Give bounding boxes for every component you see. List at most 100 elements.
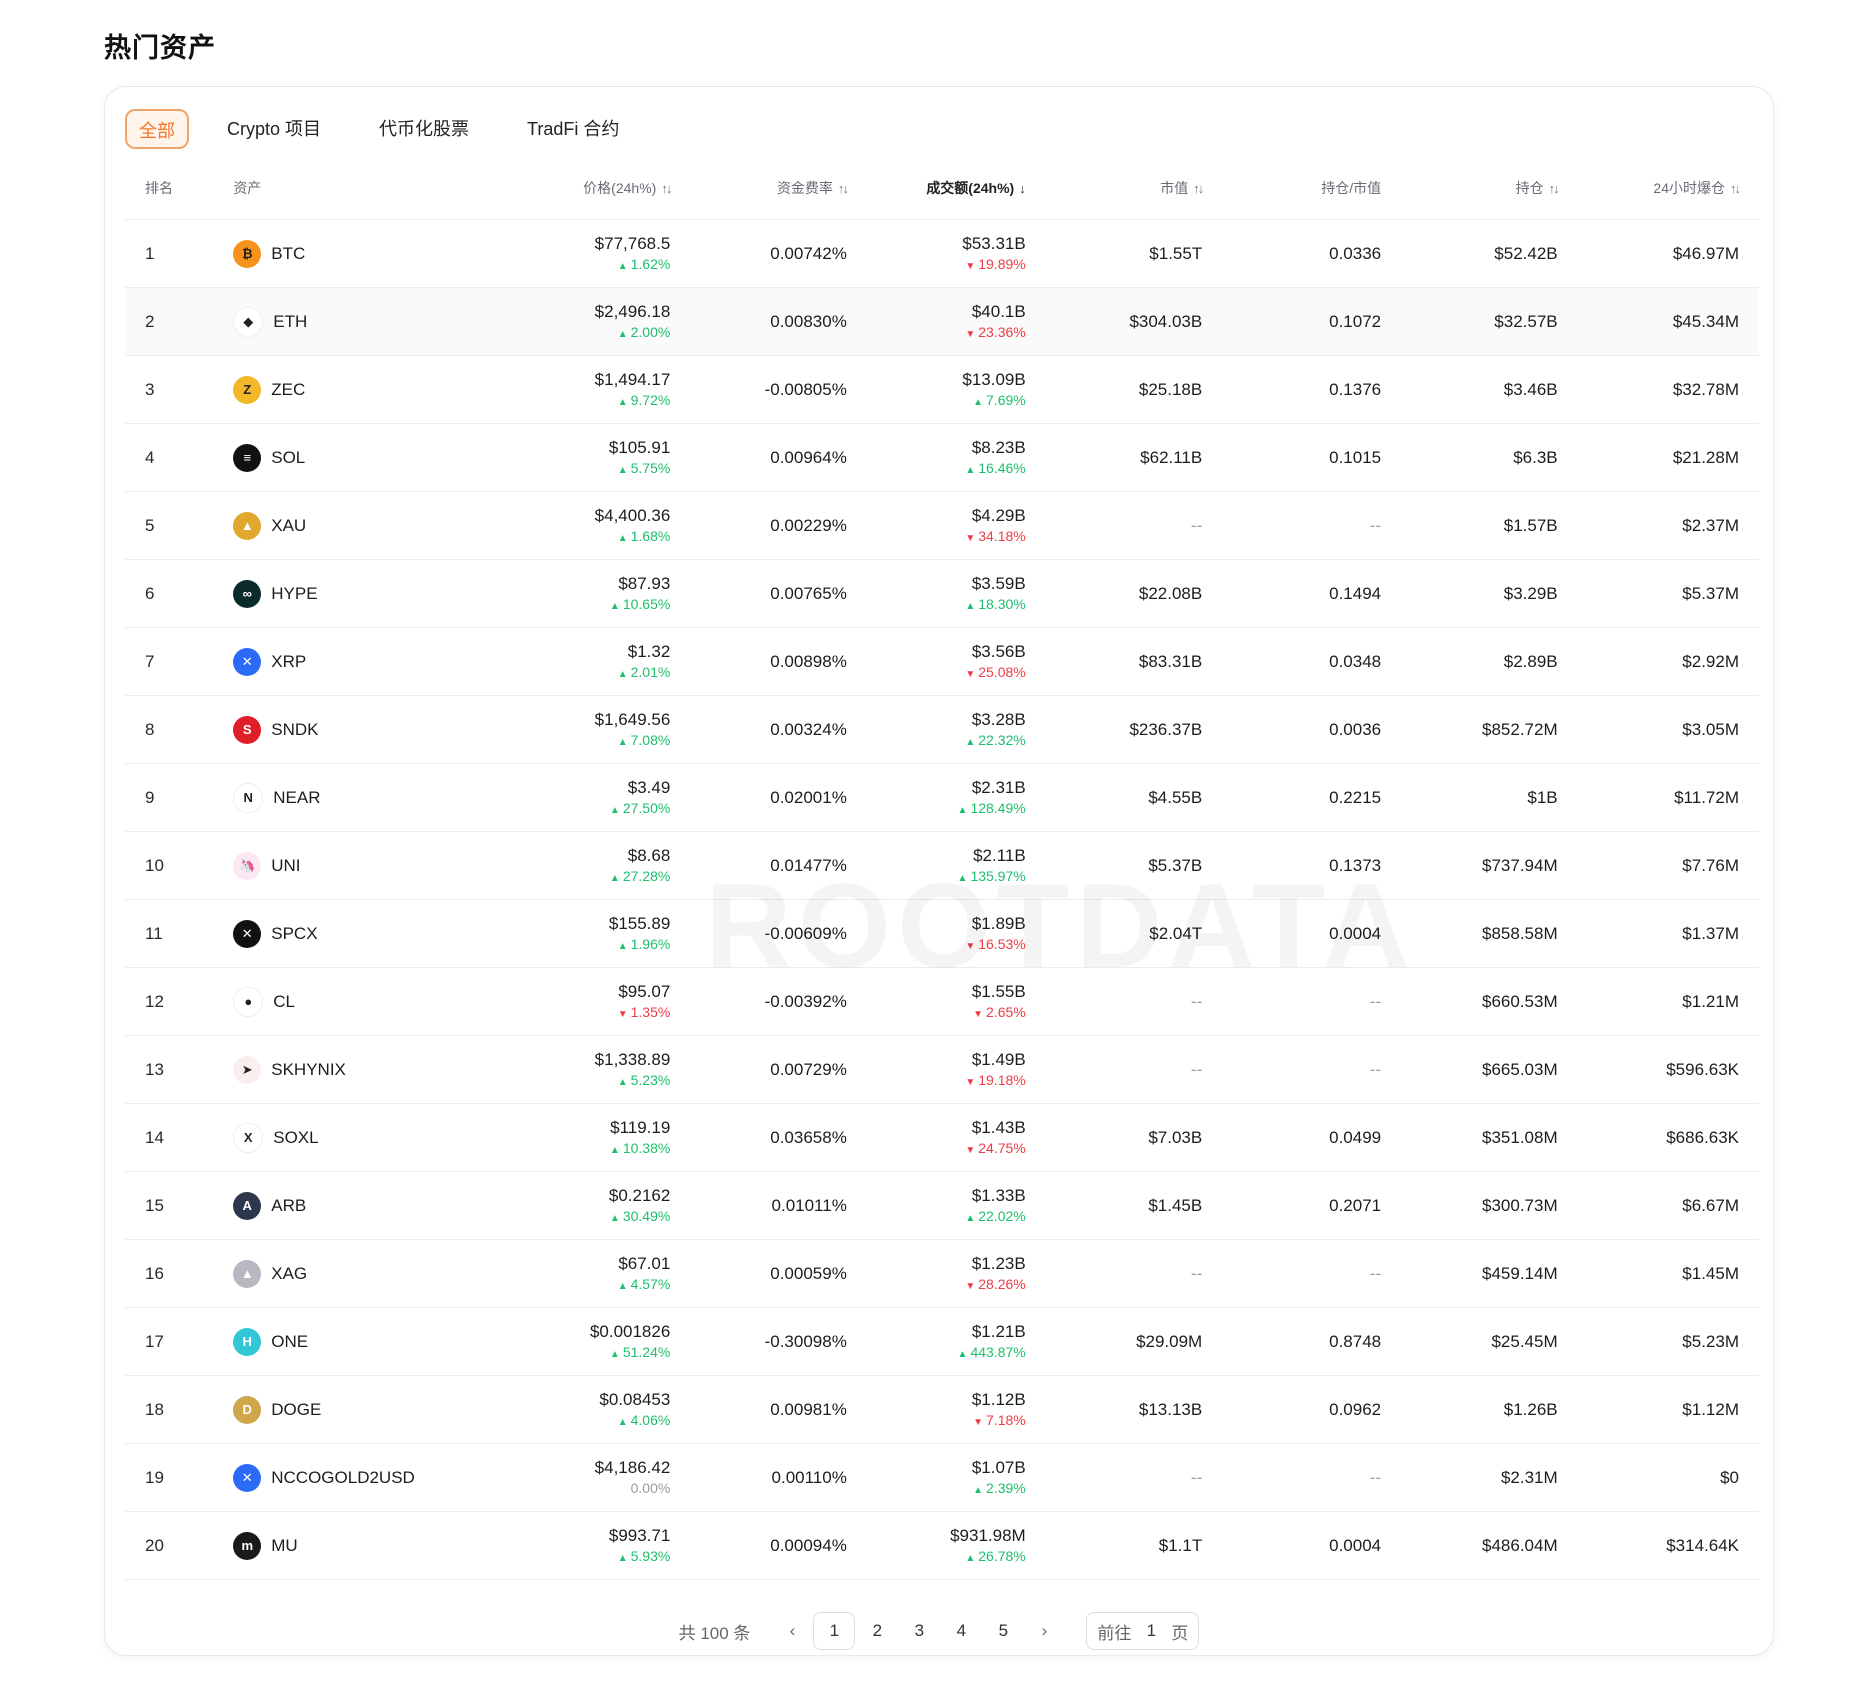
next-page-icon[interactable]: › bbox=[1024, 1621, 1064, 1641]
tab-all[interactable]: 全部 bbox=[125, 109, 189, 149]
table-row[interactable]: 8 S SNDK $1,649.56 ▲ 7.08% 0.00324% $3.28B ▲ 22.3… bbox=[125, 695, 1759, 764]
asset-cell[interactable]: ▲ XAU bbox=[213, 491, 495, 560]
table-row[interactable]: 16 ▲ XAG $67.01 ▲ 4.57% 0.00059% $1.23B ▼ 28.26% -… bbox=[125, 1239, 1759, 1308]
asset-cell[interactable]: H ONE bbox=[213, 1307, 495, 1376]
asset-cell[interactable]: ∞ HYPE bbox=[213, 559, 495, 628]
table-row[interactable]: 12 ● CL $95.07 ▼ 1.35% -0.00392% $1.55B ▼ 2.65% --… bbox=[125, 967, 1759, 1036]
col-price[interactable]: 价格(24h%) ↑↓ bbox=[494, 157, 691, 220]
change-percent: ▲ 10.65% bbox=[609, 596, 671, 613]
page-4[interactable]: 4 bbox=[941, 1613, 981, 1649]
tab-crypto-projects[interactable]: Crypto 项目 bbox=[207, 109, 341, 149]
table-row[interactable]: 13 ➤ SKHYNIX $1,338.89 ▲ 5.23% 0.00729% $1.49B ▼… bbox=[125, 1035, 1759, 1104]
table-row[interactable]: 11 ✕ SPCX $155.89 ▲ 1.96% -0.00609% $1.89B ▼ 16.5… bbox=[125, 899, 1759, 968]
asset-cell[interactable]: ● CL bbox=[213, 967, 495, 1036]
rank-cell: 12 bbox=[125, 967, 214, 1036]
table-row[interactable]: 3 Z ZEC $1,494.17 ▲ 9.72% -0.00805% $13.09B ▲ 7.6… bbox=[125, 355, 1759, 424]
col-market-cap[interactable]: 市值 ↑↓ bbox=[1045, 157, 1223, 220]
table-row[interactable]: 4 ≡ SOL $105.91 ▲ 5.75% 0.00964% $8.23B ▲ 16.46% $… bbox=[125, 423, 1759, 492]
col-funding-rate[interactable]: 资金费率 ↑↓ bbox=[690, 157, 867, 220]
table-row[interactable]: 15 A ARB $0.2162 ▲ 30.49% 0.01011% $1.33B ▲ 22.02… bbox=[125, 1171, 1759, 1240]
page-2[interactable]: 2 bbox=[857, 1613, 897, 1649]
open-interest-cell: $3.46B bbox=[1401, 355, 1578, 424]
change-percent: ▲ 2.39% bbox=[973, 1480, 1026, 1497]
asset-cell[interactable]: Z ZEC bbox=[213, 355, 495, 424]
rank-cell: 9 bbox=[125, 763, 214, 832]
asset-symbol: CL bbox=[273, 991, 295, 1011]
open-interest-cell: $486.04M bbox=[1401, 1511, 1578, 1580]
col-volume[interactable]: 成交额(24h%) ↓ bbox=[866, 157, 1046, 220]
table-row[interactable]: 5 ▲ XAU $4,400.36 ▲ 1.68% 0.00229% $4.29B ▼ 34.18… bbox=[125, 491, 1759, 560]
funding-rate-cell: 0.00324% bbox=[690, 695, 867, 764]
table-row[interactable]: 17 H ONE $0.001826 ▲ 51.24% -0.30098% $1.21B ▲ 44… bbox=[125, 1307, 1759, 1376]
change-percent: ▼ 16.53% bbox=[965, 936, 1026, 953]
asset-cell[interactable]: X SOXL bbox=[213, 1103, 495, 1172]
change-percent: ▲ 27.50% bbox=[609, 800, 671, 817]
bitcoin-icon: ₿ bbox=[233, 239, 262, 268]
table-row[interactable]: 7 ✕ XRP $1.32 ▲ 2.01% 0.00898% $3.56B ▼ 25.08% $83… bbox=[125, 627, 1759, 696]
funding-rate-cell: 0.00059% bbox=[690, 1239, 867, 1308]
tab-tokenized-stocks[interactable]: 代币化股票 bbox=[359, 109, 489, 149]
asset-cell[interactable]: ▲ XAG bbox=[213, 1239, 495, 1308]
oi-mcap-cell: 0.0499 bbox=[1222, 1103, 1402, 1172]
oi-mcap-cell: 0.1072 bbox=[1222, 287, 1402, 356]
rank-cell: 19 bbox=[125, 1443, 214, 1512]
asset-cell[interactable]: ➤ SKHYNIX bbox=[213, 1035, 495, 1104]
triangle-down-icon: ▼ bbox=[965, 329, 976, 341]
volume-cell: $1.21B ▲ 443.87% bbox=[866, 1307, 1046, 1376]
sort-desc-icon[interactable]: ↓ bbox=[1019, 181, 1026, 196]
table-row[interactable]: 14 X SOXL $119.19 ▲ 10.38% 0.03658% $1.43B ▼ 24.7… bbox=[125, 1103, 1759, 1172]
sort-icon[interactable]: ↑↓ bbox=[1193, 181, 1204, 196]
asset-symbol: ARB bbox=[271, 1195, 307, 1215]
table-row[interactable]: 10 🦄 UNI $8.68 ▲ 27.28% 0.01477% $2.11B ▲ 135.97%… bbox=[125, 831, 1759, 900]
sort-icon[interactable]: ↑↓ bbox=[1549, 181, 1560, 196]
asset-cell[interactable]: N NEAR bbox=[213, 763, 495, 832]
rank-cell: 20 bbox=[125, 1511, 214, 1580]
volume-cell: $40.1B ▼ 23.36% bbox=[866, 287, 1046, 356]
funding-rate-cell: -0.00392% bbox=[690, 967, 867, 1036]
price-value: $105.91 bbox=[608, 438, 671, 458]
asset-cell[interactable]: ≡ SOL bbox=[213, 423, 495, 492]
open-interest-cell: $858.58M bbox=[1401, 899, 1578, 968]
asset-cell[interactable]: D DOGE bbox=[213, 1375, 495, 1444]
asset-cell[interactable]: ✕ NCCOGOLD2USD bbox=[213, 1443, 495, 1512]
goto-label: 前往 bbox=[1097, 1623, 1132, 1643]
table-row[interactable]: 2 ◆ ETH $2,496.18 ▲ 2.00% 0.00830% $40.1B ▼ 23.36… bbox=[125, 287, 1759, 356]
table-row[interactable]: 20 m MU $993.71 ▲ 5.93% 0.00094% $931.98M ▲ 26.78… bbox=[125, 1511, 1759, 1580]
table-row[interactable]: 19 ✕ NCCOGOLD2USD $4,186.42 0.00% 0.00110% $1.… bbox=[125, 1443, 1759, 1512]
page-title: 热门资产 bbox=[104, 33, 216, 63]
triangle-up-icon: ▲ bbox=[617, 737, 628, 749]
market-cap-cell: -- bbox=[1045, 1443, 1223, 1512]
asset-cell[interactable]: ✕ XRP bbox=[213, 627, 495, 696]
table-row[interactable]: 18 D DOGE $0.08453 ▲ 4.06% 0.00981% $1.12B ▼ 7.18… bbox=[125, 1375, 1759, 1444]
asset-cell[interactable]: m MU bbox=[213, 1511, 495, 1580]
triangle-down-icon: ▼ bbox=[965, 533, 976, 545]
goto-page-input[interactable]: 1 bbox=[1131, 1621, 1171, 1641]
col-asset: 资产 bbox=[213, 157, 495, 220]
price-value: $77,768.5 bbox=[594, 234, 671, 254]
asset-cell[interactable]: 🦄 UNI bbox=[213, 831, 495, 900]
page-1[interactable]: 1 bbox=[813, 1612, 856, 1650]
liquidation-cell: $596.63K bbox=[1577, 1035, 1759, 1104]
market-cap-cell: $304.03B bbox=[1045, 287, 1223, 356]
sort-icon[interactable]: ↑↓ bbox=[661, 181, 672, 196]
open-interest-cell: $660.53M bbox=[1401, 967, 1578, 1036]
col-liquidations[interactable]: 24小时爆仓 ↑↓ bbox=[1577, 157, 1759, 220]
price-cell: $95.07 ▼ 1.35% bbox=[494, 967, 691, 1036]
sort-icon[interactable]: ↑↓ bbox=[838, 181, 849, 196]
page-3[interactable]: 3 bbox=[899, 1613, 939, 1649]
asset-cell[interactable]: ✕ SPCX bbox=[213, 899, 495, 968]
table-row[interactable]: 1 ₿ BTC $77,768.5 ▲ 1.62% 0.00742% $53.31B ▼ 19.8… bbox=[125, 219, 1759, 288]
table-row[interactable]: 9 N NEAR $3.49 ▲ 27.50% 0.02001% $2.31B ▲ 128.49%… bbox=[125, 763, 1759, 832]
asset-cell[interactable]: A ARB bbox=[213, 1171, 495, 1240]
rank-cell: 2 bbox=[125, 287, 214, 356]
tab-tradfi-contracts[interactable]: TradFi 合约 bbox=[507, 109, 639, 149]
col-open-interest[interactable]: 持仓 ↑↓ bbox=[1401, 157, 1578, 220]
page-5[interactable]: 5 bbox=[983, 1613, 1023, 1649]
asset-cell[interactable]: S SNDK bbox=[213, 695, 495, 764]
asset-cell[interactable]: ₿ BTC bbox=[213, 219, 495, 288]
table-row[interactable]: 6 ∞ HYPE $87.93 ▲ 10.65% 0.00765% $3.59B ▲ 18.30%… bbox=[125, 559, 1759, 628]
prev-page-icon[interactable]: ‹ bbox=[772, 1621, 812, 1641]
asset-cell[interactable]: ◆ ETH bbox=[213, 287, 495, 356]
sort-icon[interactable]: ↑↓ bbox=[1730, 181, 1741, 196]
market-cap-cell: $7.03B bbox=[1045, 1103, 1223, 1172]
